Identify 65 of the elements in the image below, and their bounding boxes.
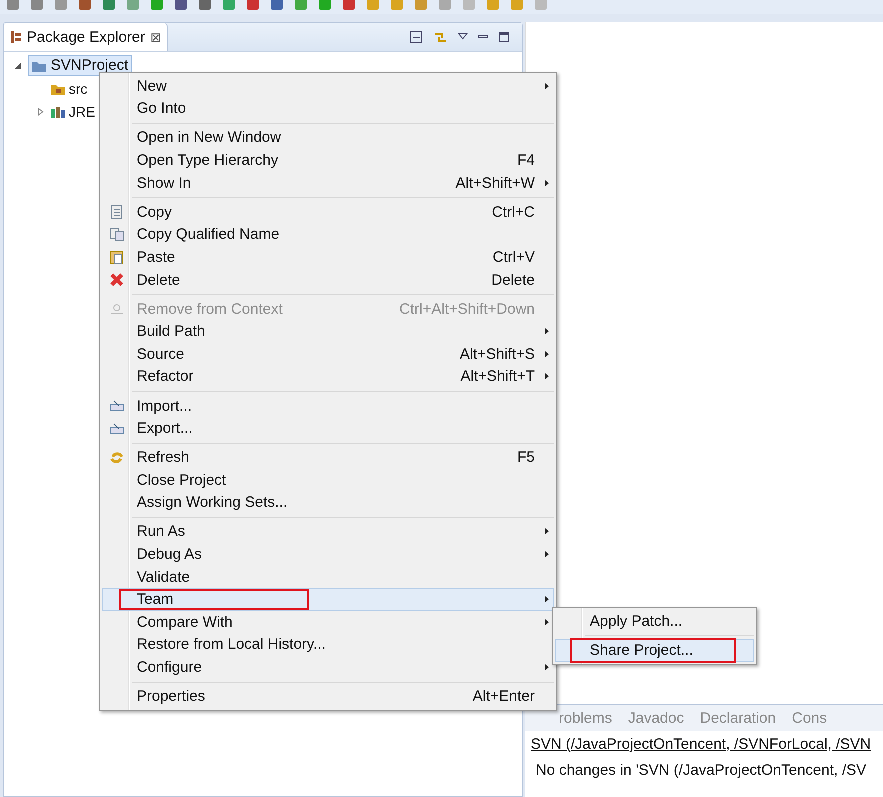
toolbar-button-icon[interactable]: [174, 0, 188, 11]
menu-item[interactable]: Configure: [102, 656, 554, 679]
status-message: No changes in 'SVN (/JavaProjectOnTencent, /SV: [535, 761, 868, 781]
toolbar-button-icon[interactable]: [6, 0, 20, 11]
delete-icon: [110, 273, 124, 288]
toolbar-button-icon[interactable]: [246, 0, 260, 11]
copy-icon: [110, 204, 124, 220]
books-icon: [50, 104, 66, 118]
menu-item[interactable]: Copy Qualified Name: [102, 224, 554, 246]
toolbar-button-icon[interactable]: [102, 0, 116, 11]
menu-item[interactable]: Import...: [102, 394, 554, 418]
toolbar-button-icon[interactable]: [30, 0, 44, 11]
toolbar-button-icon[interactable]: [294, 0, 308, 11]
menu-item[interactable]: Validate: [102, 566, 554, 588]
menu-item[interactable]: Assign Working Sets...: [102, 492, 554, 514]
minimize-icon[interactable]: [478, 35, 489, 39]
export-icon: [110, 422, 124, 435]
menu-item[interactable]: Export...: [102, 417, 554, 440]
menu-item[interactable]: Open in New Window: [102, 126, 554, 150]
menu-item[interactable]: Close Project: [102, 469, 554, 492]
toolbar-button-icon[interactable]: [78, 0, 92, 11]
view-menu-icon[interactable]: [458, 33, 468, 41]
maximize-icon[interactable]: [499, 32, 510, 42]
tree-item[interactable]: JRE: [47, 102, 98, 122]
toolbar-button-icon[interactable]: [270, 0, 284, 11]
tree-item[interactable]: src: [47, 78, 91, 98]
panel-heading: SVN (/JavaProjectOnTencent, /SVNForLocal, /SVN: [530, 735, 872, 755]
menu-item[interactable]: Copy Ctrl+C: [102, 200, 554, 224]
tree-item[interactable]: SVNProject: [28, 55, 132, 76]
menu-item[interactable]: Refactor Alt+Shift+T: [102, 366, 554, 388]
menu-item[interactable]: Apply Patch...: [555, 610, 754, 633]
toolbar-button-icon[interactable]: [54, 0, 68, 11]
menu-item[interactable]: Show In Alt+Shift+W: [102, 172, 554, 194]
toolbar-button-icon[interactable]: [222, 0, 236, 11]
menu-item[interactable]: Open Type Hierarchy F4: [102, 149, 554, 172]
expand-toggle-icon[interactable]: [37, 108, 45, 116]
copy-icon: [110, 228, 124, 242]
collapse-icon[interactable]: [410, 30, 423, 44]
menu-item[interactable]: Paste Ctrl+V: [102, 246, 554, 269]
menu-item[interactable]: Team: [102, 588, 554, 612]
menu-item[interactable]: Share Project...: [555, 639, 754, 662]
refresh-icon: [110, 450, 124, 465]
menu-item[interactable]: Source Alt+Shift+S: [102, 343, 554, 366]
toolbar-button-icon[interactable]: [342, 0, 356, 11]
menu-item[interactable]: Run As: [102, 520, 554, 544]
menu-item[interactable]: Restore from Local History...: [102, 634, 554, 656]
clipboard-icon: [110, 250, 124, 265]
context-icon: [110, 303, 124, 316]
menu-item[interactable]: New: [102, 75, 554, 98]
toolbar-button-icon[interactable]: [150, 0, 164, 11]
menu-item[interactable]: Go Into: [102, 98, 554, 120]
expand-toggle-icon[interactable]: [14, 62, 22, 70]
menu-item[interactable]: Refresh F5: [102, 446, 554, 469]
view-title: Package Explorer: [27, 28, 146, 46]
import-icon: [110, 400, 124, 412]
menu-item[interactable]: Delete Delete: [102, 268, 554, 292]
menu-item[interactable]: Compare With: [102, 611, 554, 634]
menu-item[interactable]: Properties Alt+Enter: [102, 685, 554, 708]
toolbar-button-icon[interactable]: [318, 0, 332, 11]
close-button[interactable]: ⊠: [150, 30, 162, 44]
menu-item[interactable]: Debug As: [102, 543, 554, 566]
view-tab[interactable]: Package Explorer ⊠: [4, 23, 168, 51]
package-icon: [10, 30, 22, 44]
menu-item[interactable]: Build Path: [102, 320, 554, 344]
toolbar-button-icon[interactable]: [198, 0, 212, 11]
